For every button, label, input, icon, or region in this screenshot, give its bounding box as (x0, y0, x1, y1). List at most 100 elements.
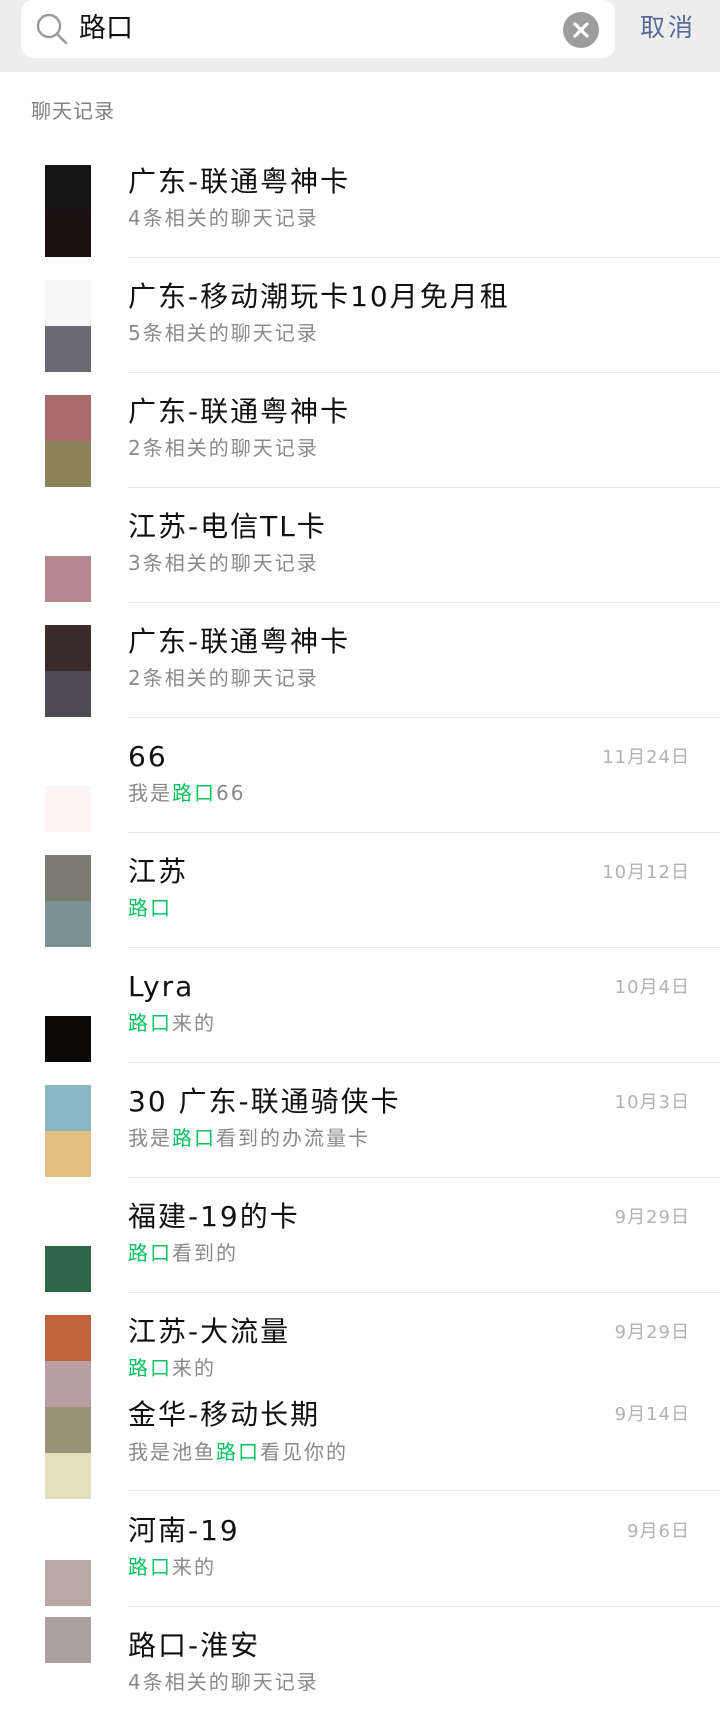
chat-title: 江苏 (128, 855, 189, 888)
clear-search-button[interactable] (563, 12, 599, 48)
message-date: 11月24日 (602, 747, 690, 768)
chat-title: 河南-19 (128, 1514, 240, 1547)
avatar-tile (45, 1131, 91, 1177)
chat-title: 广东-联通粤神卡 (128, 165, 351, 198)
chat-subtitle: 路口来的 (128, 1552, 216, 1582)
chat-result-item[interactable]: 广东-联通粤神卡 4条相关的聊天记录 (0, 143, 720, 258)
chat-subtitle: 我是路口看到的办流量卡 (128, 1123, 370, 1153)
chat-result-item[interactable]: Lyra 路口来的 10月4日 (0, 948, 720, 1063)
chat-result-item[interactable]: 江苏路口 10月12日 (0, 833, 720, 948)
avatar-tile (45, 1560, 91, 1606)
message-date: 9月29日 (614, 1207, 690, 1228)
avatar-tile (45, 855, 91, 901)
chat-result-item[interactable]: 广东-联通粤神卡 2条相关的聊天记录 (0, 603, 720, 718)
search-query: 路口 (79, 13, 133, 44)
chat-subtitle: 路口 (128, 893, 172, 923)
avatar-tile (45, 326, 91, 372)
chat-result-item[interactable]: 广东-移动潮玩卡10月免月租 5条相关的聊天记录 (0, 258, 720, 373)
keyword-highlight: 路口 (128, 1356, 172, 1380)
keyword-highlight: 路口 (128, 1555, 172, 1579)
chat-subtitle: 路口来的 (128, 1353, 216, 1383)
search-icon (36, 13, 68, 45)
subtitle-suffix: 看到的办流量卡 (216, 1126, 370, 1150)
avatar-tile (45, 1200, 91, 1246)
keyword-highlight: 路口 (128, 1241, 172, 1265)
avatar-tile (45, 441, 91, 487)
section-title: 聊天记录 (31, 99, 115, 123)
avatar (45, 1200, 91, 1292)
subtitle-suffix: 来的 (172, 1011, 216, 1035)
subtitle-suffix: 看见你的 (260, 1440, 348, 1464)
chat-result-item[interactable]: 江苏-大流量 路口来的 9月29日 金华-移动长期 我是池鱼路口看见你的 9月14日 (0, 1293, 720, 1499)
avatar-tile (45, 786, 91, 832)
avatar (45, 740, 91, 832)
avatar-tile (45, 740, 91, 786)
chat-title: 30 广东-联通骑侠卡 (128, 1085, 401, 1118)
search-input[interactable]: 路口 (21, 0, 615, 58)
avatar-tile (45, 1514, 91, 1560)
subtitle-suffix: 66 (216, 781, 246, 805)
message-date: 10月4日 (614, 977, 690, 998)
chat-subtitle: 4条相关的聊天记录 (128, 206, 319, 230)
avatar-tile (45, 556, 91, 602)
avatar-tile (45, 1361, 91, 1407)
cancel-button[interactable]: 取消 (640, 8, 696, 48)
avatar-tile (45, 625, 91, 671)
avatar (45, 280, 91, 372)
subtitle-suffix: 来的 (172, 1555, 216, 1579)
chat-subtitle: 5条相关的聊天记录 (128, 321, 319, 345)
chat-result-item[interactable]: 30 广东-联通骑侠卡 我是路口看到的办流量卡 10月3日 (0, 1063, 720, 1178)
keyword-highlight: 路口 (172, 1126, 216, 1150)
keyword-highlight: 路口 (172, 781, 216, 805)
chat-result-item[interactable]: 66 我是路口66 11月24日 (0, 718, 720, 833)
avatar-tile (45, 1085, 91, 1131)
chat-title: 路口-淮安 (128, 1629, 261, 1662)
chat-result-item[interactable]: 江苏-电信TL卡 3条相关的聊天记录 (0, 488, 720, 603)
search-bar: 路口 取消 (0, 0, 720, 72)
message-date: 10月12日 (602, 862, 690, 883)
chat-result-item[interactable]: 广东-联通粤神卡 2条相关的聊天记录 (0, 373, 720, 488)
divider (128, 1490, 720, 1491)
avatar (45, 165, 91, 257)
avatar-tile (45, 970, 91, 1016)
chat-title: 福建-19的卡 (128, 1200, 300, 1233)
chat-title: Lyra (128, 970, 195, 1003)
avatar-tile (45, 510, 91, 556)
avatar-tile (45, 1315, 91, 1361)
subtitle-suffix: 看到的 (172, 1241, 238, 1265)
chat-result-item[interactable]: 河南-19 路口来的 9月6日 (0, 1492, 720, 1607)
avatar-tile (45, 1016, 91, 1062)
avatar-tile (45, 165, 91, 211)
avatar-tile (45, 671, 91, 717)
message-date: 9月14日 (614, 1404, 690, 1425)
chat-subtitle: 路口看到的 (128, 1238, 238, 1268)
avatar-tile (45, 211, 91, 257)
avatar (45, 510, 91, 602)
subtitle-suffix: 来的 (172, 1356, 216, 1380)
chat-result-item[interactable]: 福建-19的卡 路口看到的 9月29日 (0, 1178, 720, 1293)
chat-result-item[interactable]: 路口-淮安 4条相关的聊天记录 (0, 1607, 720, 1722)
avatar-tile (45, 1663, 91, 1709)
avatar-tile (45, 1246, 91, 1292)
message-date: 10月3日 (614, 1092, 690, 1113)
chat-subtitle: 3条相关的聊天记录 (128, 551, 319, 575)
chat-title: 江苏-大流量 (128, 1315, 291, 1348)
chat-title: 广东-联通粤神卡 (128, 395, 351, 428)
chat-title: 66 (128, 740, 168, 773)
subtitle-prefix: 我是 (128, 781, 172, 805)
avatar (45, 1617, 91, 1709)
chat-subtitle: 4条相关的聊天记录 (128, 1670, 319, 1694)
chat-title: 广东-移动潮玩卡10月免月租 (128, 280, 510, 313)
avatar-tile (45, 280, 91, 326)
avatar (45, 1514, 91, 1606)
keyword-highlight: 路口 (128, 896, 172, 920)
message-date: 9月29日 (614, 1322, 690, 1343)
avatar (45, 1085, 91, 1177)
chat-title: 江苏-电信TL卡 (128, 510, 327, 543)
chat-subtitle: 我是路口66 (128, 778, 245, 808)
close-icon (573, 22, 589, 38)
avatar-tile (45, 1617, 91, 1663)
keyword-highlight: 路口 (216, 1440, 260, 1464)
chat-title: 广东-联通粤神卡 (128, 625, 351, 658)
avatar (45, 855, 91, 947)
